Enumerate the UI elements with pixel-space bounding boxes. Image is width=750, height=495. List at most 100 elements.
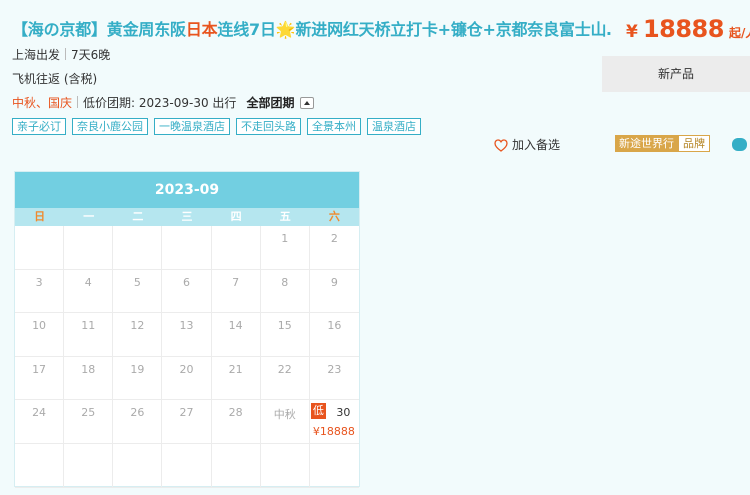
day-number: 18 xyxy=(81,362,96,376)
day-number: 22 xyxy=(277,362,292,376)
collapse-toggle-icon[interactable] xyxy=(300,97,315,109)
low-price-group: 低价团期: 2023-09-30 出行 xyxy=(83,96,237,110)
title-prefix: 【海の京都】黄金周东阪 xyxy=(12,20,186,39)
day-number: 17 xyxy=(32,362,47,376)
calendar-empty-cell xyxy=(211,226,261,270)
wishlist-label: 加入备选 xyxy=(512,138,561,152)
calendar-empty-cell xyxy=(15,443,65,488)
new-product-label: 新产品 xyxy=(602,56,750,92)
weekday-wed: 三 xyxy=(181,210,193,223)
calendar-day: 5 xyxy=(113,269,163,314)
calendar-day: 6 xyxy=(162,269,212,314)
brand-badge[interactable]: 新途世界行 品牌 xyxy=(615,135,710,152)
calendar-day[interactable]: 低 30 ¥18888 xyxy=(309,400,359,444)
day-number: 4 xyxy=(84,275,92,289)
title-ellipsis: … xyxy=(606,20,612,39)
tag: 全景本州 xyxy=(307,118,361,135)
price-suffix: 起/人 xyxy=(729,26,750,40)
day-number: 中秋 xyxy=(273,408,296,422)
departure-calendar: 2023-09 日 一 二 三 四 五 六 1 2 3 4 5 6 7 8 9 10 11 12 13 1… xyxy=(14,171,360,488)
divider xyxy=(77,96,79,108)
day-number: 24 xyxy=(32,406,47,420)
tag-list: 亲子必订 奈良小鹿公园 一晚温泉酒店 不走回头路 全景本州 温泉酒店 xyxy=(12,118,427,135)
day-price: ¥18888 xyxy=(312,425,355,439)
trip-duration: 7天6晚 xyxy=(71,48,111,62)
tag: 一晚温泉酒店 xyxy=(154,118,230,135)
festival-label: 中秋、国庆 xyxy=(12,96,73,110)
day-number: 28 xyxy=(228,406,243,420)
day-number: 10 xyxy=(32,319,47,333)
trip-meta: 上海出发 7天6晚 xyxy=(12,46,110,63)
calendar-empty-cell xyxy=(15,226,65,270)
all-groups-button[interactable]: 全部团期 xyxy=(246,96,294,110)
departure-city: 上海出发 xyxy=(12,48,61,62)
day-number: 12 xyxy=(130,319,145,333)
product-title[interactable]: 【海の京都】黄金周东阪日本连线7日🌟新进网红天桥立打卡+镰仓+京都奈良富士山… xyxy=(12,16,612,40)
calendar-empty-cell xyxy=(162,443,212,488)
divider xyxy=(65,48,67,60)
day-number: 3 xyxy=(35,275,43,289)
calendar-empty-cell xyxy=(260,443,310,488)
calendar-day: 9 xyxy=(309,270,359,314)
weekday-sat: 六 xyxy=(328,210,340,223)
day-number: 27 xyxy=(179,406,194,420)
calendar-day: 12 xyxy=(113,313,163,357)
weekday-thu: 四 xyxy=(230,210,242,223)
calendar-day: 3 xyxy=(15,269,65,314)
calendar-day: 21 xyxy=(211,356,261,401)
heart-icon xyxy=(494,139,508,152)
calendar-empty-cell xyxy=(64,443,114,488)
price-block[interactable]: ¥ 18888 起/人 > xyxy=(626,15,750,43)
calendar-day: 22 xyxy=(260,356,310,401)
calendar-day: 2 xyxy=(309,226,359,270)
day-number: 5 xyxy=(133,275,141,289)
calendar-day: 4 xyxy=(64,269,114,314)
calendar-grid: 1 2 3 4 5 6 7 8 9 10 11 12 13 14 15 16 17 18 19 20 21 22 23 24 2… xyxy=(15,226,359,488)
day-number: 13 xyxy=(179,319,194,333)
day-number: 25 xyxy=(81,406,96,420)
brand-name: 新途世界行 xyxy=(615,135,678,152)
weekday-header: 日 一 二 三 四 五 六 xyxy=(15,208,359,226)
day-number: 1 xyxy=(281,232,289,245)
calendar-day: 17 xyxy=(15,356,65,401)
calendar-day: 24 xyxy=(15,400,65,444)
chat-icon[interactable] xyxy=(732,133,747,151)
calendar-empty-cell xyxy=(309,444,359,488)
tag: 亲子必订 xyxy=(12,118,66,135)
calendar-day: 15 xyxy=(260,313,310,357)
calendar-day: 28 xyxy=(211,400,261,444)
day-number: 16 xyxy=(327,319,342,333)
weekday-mon: 一 xyxy=(83,210,95,223)
calendar-day: 25 xyxy=(64,400,114,444)
day-number: 8 xyxy=(281,275,289,289)
weekday-tue: 二 xyxy=(132,210,144,223)
calendar-empty-cell xyxy=(113,226,163,270)
day-number: 11 xyxy=(81,319,96,333)
tag: 不走回头路 xyxy=(236,118,301,135)
calendar-day: 16 xyxy=(309,313,359,357)
price-currency: ¥ xyxy=(626,22,638,42)
calendar-day: 26 xyxy=(113,400,163,444)
calendar-day: 1 xyxy=(260,226,310,270)
calendar-day: 19 xyxy=(113,356,163,401)
brand-tag: 品牌 xyxy=(678,135,710,152)
tag: 奈良小鹿公园 xyxy=(72,118,148,135)
calendar-month: 2023-09 xyxy=(15,172,359,208)
day-number: 26 xyxy=(130,406,145,420)
day-number: 20 xyxy=(179,362,194,376)
calendar-day: 14 xyxy=(211,313,261,357)
calendar-empty-cell xyxy=(113,443,163,488)
day-number: 7 xyxy=(232,275,240,289)
calendar-empty-cell xyxy=(162,226,212,270)
day-number: 30 xyxy=(336,406,351,420)
group-dates-row: 中秋、国庆 低价团期: 2023-09-30 出行 全部团期 xyxy=(12,94,315,111)
calendar-day: 中秋 xyxy=(260,400,310,444)
add-to-wishlist-button[interactable]: 加入备选 xyxy=(494,136,560,153)
day-number: 2 xyxy=(330,232,338,245)
calendar-day: 18 xyxy=(64,356,114,401)
weekday-fri: 五 xyxy=(279,210,291,223)
day-number: 19 xyxy=(130,362,145,376)
day-number: 15 xyxy=(277,319,292,333)
calendar-empty-cell xyxy=(64,226,114,270)
title-highlight: 日本 xyxy=(185,20,218,39)
